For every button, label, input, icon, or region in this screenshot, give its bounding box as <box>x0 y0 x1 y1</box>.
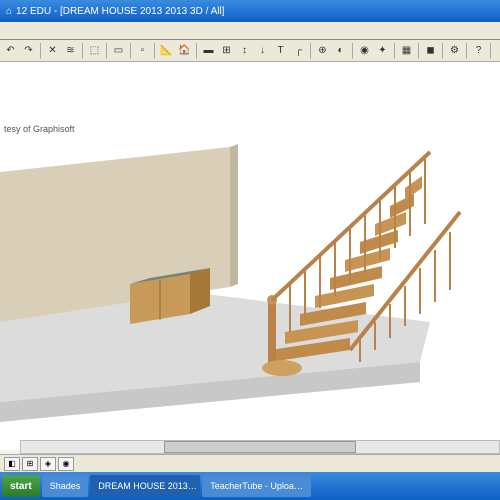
redo-icon[interactable]: ↷ <box>20 42 37 59</box>
wall-icon[interactable]: ▬ <box>200 42 217 59</box>
toolbar-separator <box>394 43 395 59</box>
start-button[interactable]: start <box>2 475 40 497</box>
toolbar-separator <box>352 43 353 59</box>
target-icon[interactable]: ◉ <box>356 42 373 59</box>
taskbar: start ShadesDREAM HOUSE 2013…TeacherTube… <box>0 472 500 500</box>
tool-icon[interactable]: ≋ <box>62 42 79 59</box>
toolbar-separator <box>40 43 41 59</box>
toolbar-separator <box>442 43 443 59</box>
element-icon[interactable]: ▫ <box>134 42 151 59</box>
window-title: 12 EDU - [DREAM HOUSE 2013 2013 3D / All… <box>16 6 224 17</box>
toolbar-separator <box>82 43 83 59</box>
toolbar-separator <box>106 43 107 59</box>
bottombar-button-1[interactable]: ⊞ <box>22 457 38 471</box>
scrollbar-thumb[interactable] <box>164 441 355 453</box>
taskbar-item-2[interactable]: TeacherTube - Uploa… <box>202 475 311 497</box>
select-icon[interactable]: ▭ <box>110 42 127 59</box>
bottombar-button-2[interactable]: ◈ <box>40 457 56 471</box>
status-text: tesy of Graphisoft <box>4 124 75 134</box>
bottom-toolbar: ◧⊞◈◉ <box>0 454 500 472</box>
height-icon[interactable]: ↕ <box>236 42 253 59</box>
text-icon[interactable]: T <box>272 42 289 59</box>
menubar[interactable] <box>0 22 500 40</box>
toolbar: ↶↷ ✕≋ ⬚ ▭ ▫ 📐🏠 ▬⊞↕↓T┌ ⊕◐ ◉✦ ▦ ◼ ⚙? <box>0 40 500 62</box>
help-icon[interactable]: ? <box>470 42 487 59</box>
toolbar-separator <box>310 43 311 59</box>
toolbar-separator <box>490 43 491 59</box>
house-icon[interactable]: 🏠 <box>176 42 193 59</box>
taskbar-item-1[interactable]: DREAM HOUSE 2013… <box>90 475 200 497</box>
settings-icon[interactable]: ⚙ <box>446 42 463 59</box>
add-icon[interactable]: ⊕ <box>314 42 331 59</box>
corner-icon[interactable]: ┌ <box>290 42 307 59</box>
undo-icon[interactable]: ↶ <box>2 42 19 59</box>
bottombar-button-3[interactable]: ◉ <box>58 457 74 471</box>
toolbar-separator <box>466 43 467 59</box>
measure-icon[interactable]: 📐 <box>158 42 175 59</box>
app-icon: ⌂ <box>6 6 12 17</box>
window-icon[interactable]: ⬚ <box>86 42 103 59</box>
toolbar-separator <box>196 43 197 59</box>
star-icon[interactable]: ✦ <box>374 42 391 59</box>
toolbar-separator <box>418 43 419 59</box>
workspace: tesy of Graphisoft <box>0 62 500 450</box>
wall-side <box>230 144 238 287</box>
viewport-3d[interactable] <box>0 62 500 450</box>
toolbar-separator <box>130 43 131 59</box>
taskbar-item-0[interactable]: Shades <box>42 475 89 497</box>
shade-icon[interactable]: ◐ <box>332 42 349 59</box>
cabinet-side <box>190 268 210 314</box>
bottombar-button-0[interactable]: ◧ <box>4 457 20 471</box>
toolbar-separator <box>154 43 155 59</box>
close-icon[interactable]: ✕ <box>44 42 61 59</box>
fill-icon[interactable]: ◼ <box>422 42 439 59</box>
horizontal-scrollbar[interactable] <box>20 440 500 454</box>
staircase <box>262 152 460 376</box>
grid-icon[interactable]: ⊞ <box>218 42 235 59</box>
titlebar: ⌂ 12 EDU - [DREAM HOUSE 2013 2013 3D / A… <box>0 0 500 22</box>
drop-icon[interactable]: ↓ <box>254 42 271 59</box>
hatch-icon[interactable]: ▦ <box>398 42 415 59</box>
